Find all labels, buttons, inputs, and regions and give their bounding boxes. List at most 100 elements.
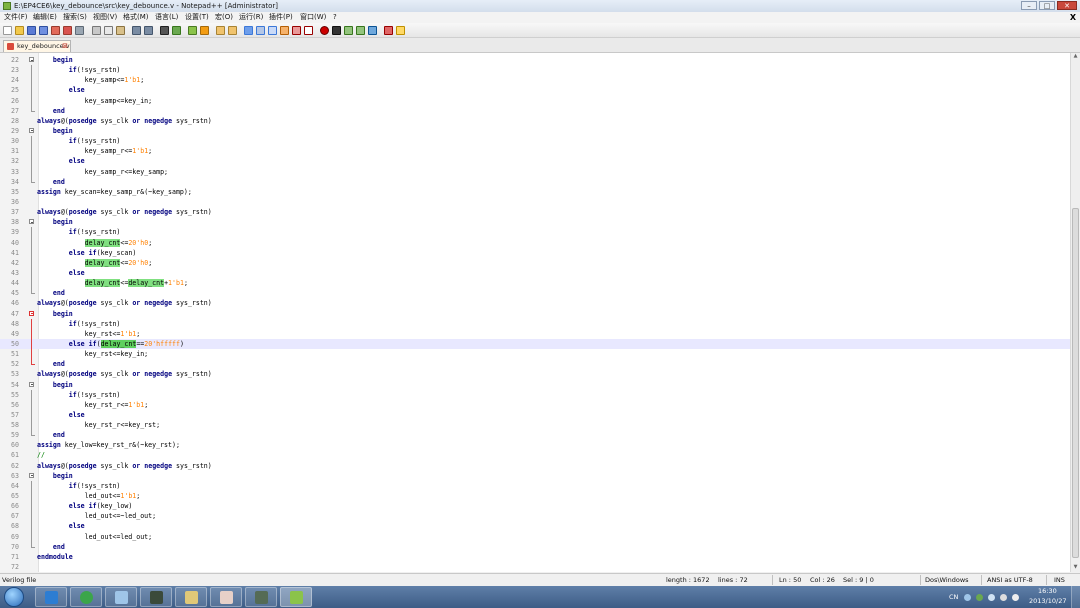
code-line[interactable]: 30 if(!sys_rstn) [0, 136, 1070, 147]
cut-icon[interactable] [92, 26, 101, 35]
taskbar-app-6[interactable] [210, 587, 242, 607]
code-line[interactable]: 58 key_rst_r<=key_rst; [0, 420, 1070, 431]
menu-run[interactable]: 运行(R) [239, 12, 263, 23]
code-line[interactable]: 48 if(!sys_rstn) [0, 318, 1070, 329]
fold-toggle-icon[interactable] [29, 381, 34, 387]
vertical-scrollbar[interactable]: ▲ ▼ [1070, 53, 1080, 572]
code-line[interactable]: 49 key_rst<=1'b1; [0, 328, 1070, 339]
code-line[interactable]: 33 key_samp_r<=key_samp; [0, 166, 1070, 177]
menu-view[interactable]: 视图(V) [93, 12, 117, 23]
spell-check-icon[interactable] [384, 26, 393, 35]
function-list-icon[interactable] [304, 26, 313, 35]
doc-map-icon[interactable] [292, 26, 301, 35]
copy-icon[interactable] [104, 26, 113, 35]
code-line[interactable]: 64 if(!sys_rstn) [0, 480, 1070, 492]
fold-toggle-icon[interactable] [29, 219, 34, 225]
menu-plugins[interactable]: 插件(P) [269, 12, 293, 23]
paste-icon[interactable] [116, 26, 125, 35]
code-line[interactable]: 50 else if(delay_cnt==20'hfffff) [0, 338, 1070, 350]
undo-icon[interactable] [132, 26, 141, 35]
save-macro-icon[interactable] [368, 26, 377, 35]
code-line[interactable]: 43 else [0, 267, 1070, 279]
fold-toggle-icon[interactable] [29, 472, 34, 478]
fold-toggle-icon[interactable] [29, 57, 34, 62]
code-line[interactable]: 66 else if(key_low) [0, 501, 1070, 512]
close-file-icon[interactable] [51, 26, 60, 35]
indent-guide-icon[interactable] [268, 26, 277, 35]
code-line[interactable]: 45 end [0, 288, 1070, 298]
menu-window[interactable]: 窗口(W) [300, 12, 326, 23]
user-lang-icon[interactable] [280, 26, 289, 35]
fold-toggle-icon[interactable] [29, 127, 34, 133]
security-icon[interactable] [976, 594, 983, 601]
code-editor[interactable]: 22 begin 23 if(!sys_rstn) 24 key_samp<=1'b… [0, 53, 1080, 572]
code-line[interactable]: 55 if(!sys_rstn) [0, 389, 1070, 400]
code-line[interactable]: 32 else [0, 156, 1070, 167]
play-macro-icon[interactable] [344, 26, 353, 35]
code-line[interactable]: 71 endmodule [0, 552, 1070, 562]
code-line[interactable]: 65 led_out<=1'b1; [0, 491, 1070, 502]
taskbar-app-5[interactable] [175, 587, 207, 607]
taskbar-app-1[interactable] [35, 587, 67, 607]
scroll-up-icon[interactable]: ▲ [1071, 53, 1080, 61]
code-line[interactable]: 31 key_samp_r<=1'b1; [0, 146, 1070, 157]
code-line[interactable]: 27 end [0, 105, 1070, 116]
code-line[interactable]: 28 always@(posedge sys_clk or negedge sys… [0, 116, 1070, 126]
code-line[interactable]: 22 begin [0, 55, 1070, 65]
code-line[interactable]: 59 end [0, 430, 1070, 440]
clock-time[interactable]: 16:30 [1038, 587, 1057, 595]
code-line[interactable]: 68 else [0, 521, 1070, 532]
tray-language[interactable]: CN [949, 593, 958, 601]
code-line[interactable]: 63 begin [0, 471, 1070, 481]
code-line[interactable]: 52 end [0, 359, 1070, 369]
code-line[interactable]: 23 if(!sys_rstn) [0, 65, 1070, 76]
code-line[interactable]: 29 begin [0, 126, 1070, 136]
code-line[interactable]: 54 begin [0, 380, 1070, 390]
code-line[interactable]: 69 led_out<=led_out; [0, 531, 1070, 542]
taskbar-app-2[interactable] [70, 587, 102, 607]
menu-macro[interactable]: 宏(O) [215, 12, 233, 23]
scrollbar-thumb[interactable] [1072, 208, 1079, 558]
code-line[interactable]: 37 always@(posedge sys_clk or negedge sys… [0, 207, 1070, 217]
sync-h-icon[interactable] [228, 26, 237, 35]
code-line[interactable]: 40 delay_cnt<=20'h0; [0, 237, 1070, 248]
record-macro-icon[interactable] [320, 26, 329, 35]
menu-edit[interactable]: 编辑(E) [33, 12, 57, 23]
close-document-button[interactable]: X [1070, 12, 1076, 23]
show-all-chars-icon[interactable] [256, 26, 265, 35]
code-line[interactable]: 36 [0, 197, 1070, 207]
save-icon[interactable] [27, 26, 36, 35]
scroll-down-icon[interactable]: ▼ [1071, 564, 1080, 572]
show-desktop-button[interactable] [1071, 586, 1080, 608]
code-line[interactable]: 42 delay_cnt<=20'h0; [0, 257, 1070, 268]
start-button[interactable] [4, 587, 24, 607]
code-line[interactable]: 47 begin [0, 309, 1070, 319]
sync-v-icon[interactable] [216, 26, 225, 35]
code-line[interactable]: 41 else if(key_scan) [0, 247, 1070, 258]
code-line[interactable]: 72 [0, 562, 1070, 572]
volume-icon[interactable] [1012, 594, 1019, 601]
minimize-button[interactable]: – [1021, 1, 1037, 10]
code-line[interactable]: 34 end [0, 176, 1070, 187]
code-line[interactable]: 70 end [0, 541, 1070, 552]
code-line[interactable]: 60 assign key_low=key_rst_r&(~key_rst); [0, 440, 1070, 450]
taskbar-app-3[interactable] [105, 587, 137, 607]
tab-key-debounce[interactable]: key_debounce.v ⊠ [3, 40, 71, 52]
close-all-icon[interactable] [63, 26, 72, 35]
code-line[interactable]: 38 begin [0, 217, 1070, 227]
run-macro-multiple-icon[interactable] [356, 26, 365, 35]
maximize-button[interactable]: □ [1039, 1, 1055, 10]
keyboard-icon[interactable] [964, 594, 971, 601]
clock-date[interactable]: 2013/10/27 [1029, 597, 1066, 605]
code-line[interactable]: 39 if(!sys_rstn) [0, 227, 1070, 238]
close-button[interactable]: ✕ [1057, 1, 1077, 10]
code-line[interactable]: 46 always@(posedge sys_clk or negedge sys… [0, 298, 1070, 308]
zoom-out-icon[interactable] [200, 26, 209, 35]
menu-search[interactable]: 搜索(S) [63, 12, 87, 23]
redo-icon[interactable] [144, 26, 153, 35]
code-line[interactable]: 25 else [0, 85, 1070, 96]
code-line[interactable]: 35 assign key_scan=key_samp_r&(~key_samp)… [0, 187, 1070, 197]
replace-icon[interactable] [172, 26, 181, 35]
code-line[interactable]: 67 led_out<=~led_out; [0, 511, 1070, 522]
new-file-icon[interactable] [3, 26, 12, 35]
